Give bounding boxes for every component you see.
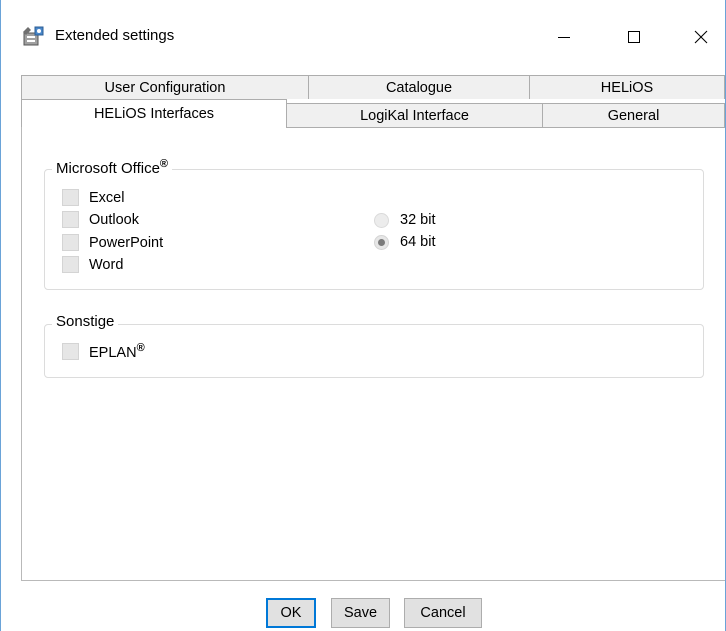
word-checkbox[interactable]: Word [62, 256, 123, 273]
checkbox-label: Outlook [89, 211, 139, 228]
tab-label: User Configuration [104, 79, 226, 96]
extended-settings-window: Extended settings User Configuration Cat… [0, 0, 726, 631]
checkbox-label: Excel [89, 189, 125, 206]
radio-button[interactable] [374, 212, 389, 228]
panel-border-top [286, 127, 725, 128]
radio-64-bit[interactable]: 64 bit [374, 234, 435, 250]
checkbox-label: Word [89, 256, 124, 273]
excel-checkbox[interactable]: Excel [62, 189, 124, 206]
eplan-checkbox[interactable]: EPLAN® [62, 342, 145, 361]
title-bar: Extended settings [1, 0, 725, 62]
tab-label: Catalogue [385, 79, 453, 96]
checkbox-box[interactable] [62, 211, 79, 228]
checkbox-label: EPLAN® [89, 342, 145, 361]
minimize-icon [558, 37, 570, 38]
settings-app-icon [23, 26, 44, 46]
radio-32-bit[interactable]: 32 bit [374, 212, 435, 228]
tab-helios[interactable]: HELiOS [529, 75, 725, 99]
tab-helios-interfaces[interactable]: HELiOS Interfaces [21, 99, 287, 128]
registered-mark: ® [136, 342, 145, 354]
radio-label: 64 bit [400, 234, 436, 250]
radio-button-selected[interactable] [374, 234, 389, 250]
tab-logikal-interface[interactable]: LogiKal Interface [286, 103, 543, 128]
tab-general[interactable]: General [542, 103, 725, 128]
tab-label: HELiOS [600, 79, 654, 96]
maximize-icon [628, 31, 640, 43]
microsoft-office-group-title: Microsoft Office® [52, 158, 173, 177]
tab-label: HELiOS Interfaces [93, 106, 215, 122]
ok-button[interactable]: OK [266, 598, 316, 628]
tab-user-configuration[interactable]: User Configuration [21, 75, 309, 99]
panel-border-bottom [21, 580, 725, 581]
sonstige-group-title: Sonstige [52, 313, 119, 330]
save-button[interactable]: Save [331, 598, 390, 628]
tab-label: General [607, 107, 660, 124]
checkbox-box[interactable] [62, 256, 79, 273]
close-button[interactable] [678, 14, 724, 60]
checkbox-label: PowerPoint [89, 234, 164, 251]
checkbox-box[interactable] [62, 342, 79, 360]
outlook-checkbox[interactable]: Outlook [62, 211, 139, 228]
close-icon [694, 30, 708, 44]
powerpoint-checkbox[interactable]: PowerPoint [62, 234, 163, 251]
maximize-button[interactable] [611, 14, 657, 60]
window-title: Extended settings [55, 27, 175, 44]
minimize-button[interactable] [541, 14, 587, 60]
panel-border-left [21, 127, 22, 581]
checkbox-box[interactable] [62, 189, 79, 206]
radio-dot [378, 238, 385, 246]
radio-label: 32 bit [400, 212, 436, 228]
registered-mark: ® [159, 158, 169, 170]
tab-label: LogiKal Interface [360, 107, 469, 124]
cancel-button[interactable]: Cancel [404, 598, 482, 628]
checkbox-box[interactable] [62, 234, 79, 251]
tab-catalogue[interactable]: Catalogue [308, 75, 530, 99]
microsoft-office-group [44, 169, 704, 290]
